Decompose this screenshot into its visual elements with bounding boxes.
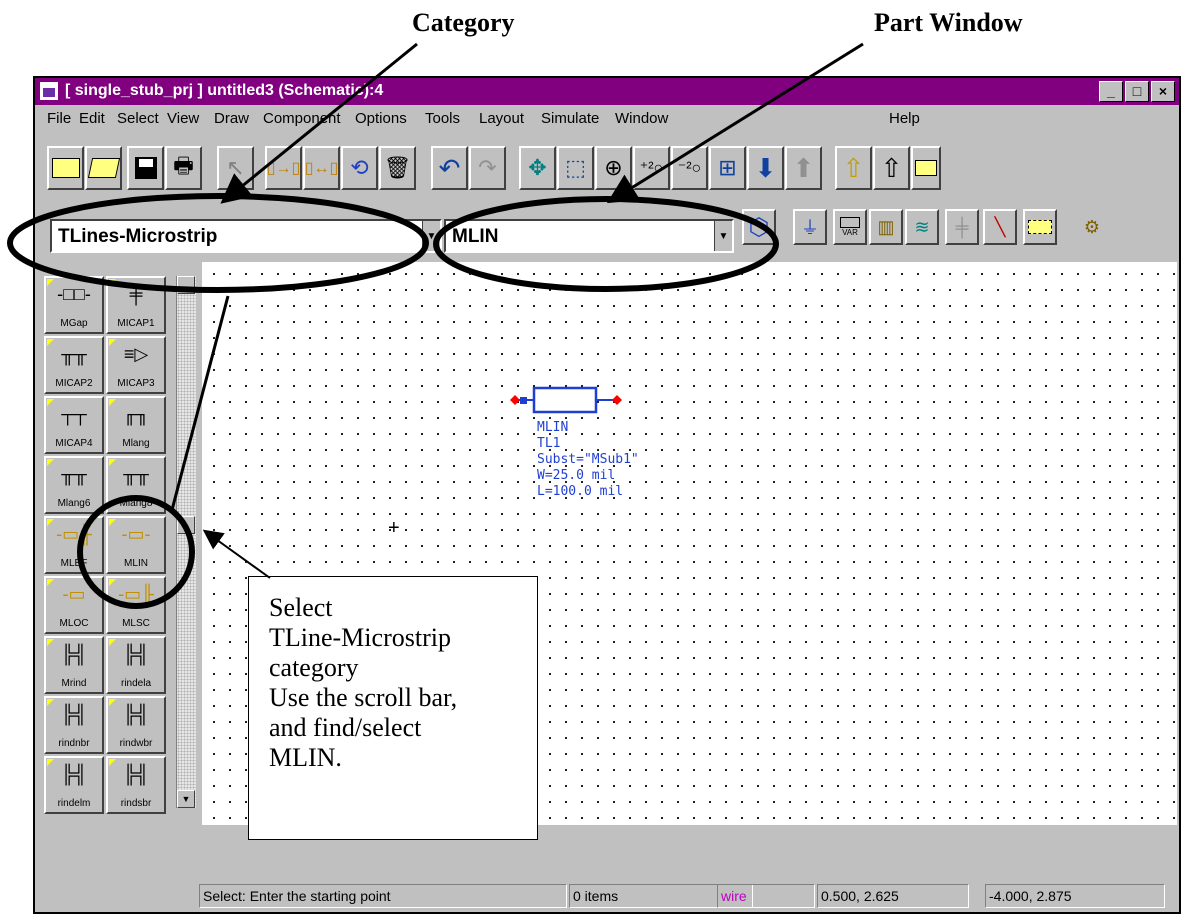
category-highlight-ellipse: [7, 193, 429, 293]
category-to-palette-line: [170, 295, 230, 511]
annotation-overlay: [7, 42, 864, 609]
part-window-arrow: [606, 42, 864, 204]
callout-arrow: [202, 529, 271, 579]
part-window-highlight-ellipse: [433, 196, 779, 292]
category-arrow: [220, 42, 418, 204]
mlin-highlight-ellipse: [77, 495, 195, 609]
